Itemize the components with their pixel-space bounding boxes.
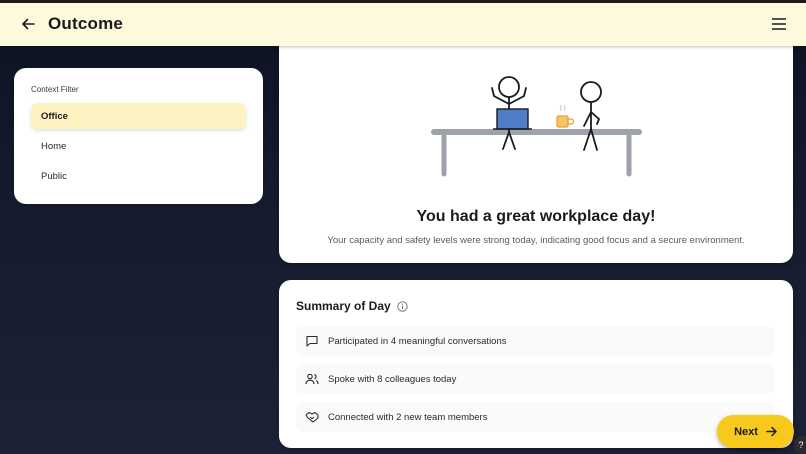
- workplace-illustration: [431, 76, 642, 177]
- summary-item-conversations: Participated in 4 meaningful conversatio…: [296, 326, 775, 356]
- outcome-title: You had a great workplace day!: [416, 208, 656, 225]
- filter-item-home[interactable]: Home: [31, 133, 246, 159]
- outcome-card: You had a great workplace day! Your capa…: [279, 46, 793, 263]
- next-button-label: Next: [734, 425, 758, 438]
- info-icon[interactable]: [397, 300, 408, 312]
- handshake-icon: [305, 410, 319, 424]
- next-button[interactable]: Next: [717, 415, 794, 448]
- people-icon: [305, 372, 319, 386]
- filter-item-office[interactable]: Office: [31, 103, 246, 129]
- summary-title-text: Summary of Day: [296, 299, 391, 313]
- help-button[interactable]: ?: [794, 436, 806, 454]
- menu-button[interactable]: [768, 13, 790, 35]
- filter-item-public[interactable]: Public: [31, 163, 246, 189]
- hamburger-menu-icon: [772, 18, 786, 30]
- outcome-description: Your capacity and safety levels were str…: [327, 235, 745, 246]
- arrow-left-icon: [22, 18, 35, 30]
- app-header: Outcome: [0, 0, 806, 46]
- summary-item-connections: Connected with 2 new team members: [296, 402, 775, 432]
- arrow-right-icon: [766, 426, 777, 437]
- chat-bubble-icon: [305, 334, 319, 348]
- back-button[interactable]: [16, 12, 40, 36]
- summary-item-colleagues: Spoke with 8 colleagues today: [296, 364, 775, 394]
- summary-title: Summary of Day: [296, 299, 408, 313]
- summary-card: Summary of Day Participated in 4 meaning…: [279, 280, 793, 448]
- page-title: Outcome: [48, 14, 124, 33]
- summary-item-text: Spoke with 8 colleagues today: [328, 373, 457, 385]
- summary-item-text: Connected with 2 new team members: [328, 411, 488, 423]
- summary-item-text: Participated in 4 meaningful conversatio…: [328, 335, 507, 347]
- filter-list: Office Home Public: [14, 68, 263, 204]
